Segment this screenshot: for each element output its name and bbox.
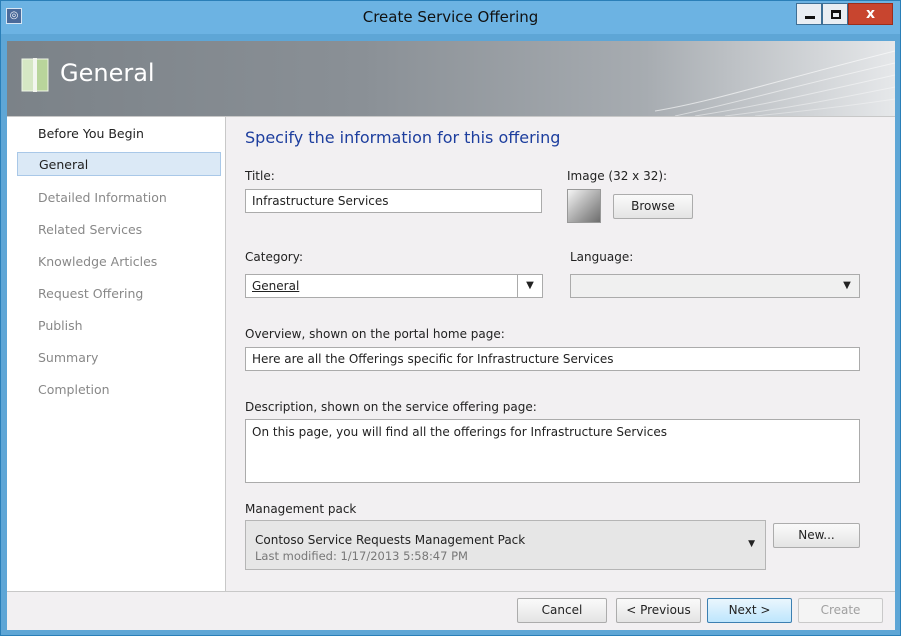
- wizard-footer: Cancel < Previous Next > Create: [7, 591, 895, 630]
- nav-item-knowledge-articles[interactable]: Knowledge Articles: [17, 250, 221, 274]
- wizard-steps-nav: Before You Begin General Detailed Inform…: [7, 117, 226, 592]
- nav-item-publish[interactable]: Publish: [17, 314, 221, 338]
- chevron-down-icon[interactable]: ▼: [517, 275, 542, 297]
- next-button[interactable]: Next >: [707, 598, 792, 623]
- nav-item-summary[interactable]: Summary: [17, 346, 221, 370]
- page-title: General: [60, 59, 155, 87]
- cancel-button[interactable]: Cancel: [517, 598, 607, 623]
- image-label: Image (32 x 32):: [567, 169, 668, 183]
- minimize-icon: [805, 16, 815, 19]
- nav-item-general[interactable]: General: [17, 152, 221, 176]
- chevron-down-icon[interactable]: ▼: [748, 539, 755, 549]
- form-heading: Specify the information for this offerin…: [245, 128, 561, 147]
- description-textarea[interactable]: On this page, you will find all the offe…: [245, 419, 860, 483]
- language-label: Language:: [570, 250, 634, 264]
- close-icon: x: [865, 6, 876, 22]
- nav-item-completion[interactable]: Completion: [17, 378, 221, 402]
- title-input[interactable]: Infrastructure Services: [245, 189, 542, 213]
- overview-label: Overview, shown on the portal home page:: [245, 327, 505, 341]
- nav-item-detailed-information[interactable]: Detailed Information: [17, 186, 221, 210]
- wizard-body: Before You Begin General Detailed Inform…: [7, 116, 895, 592]
- image-preview: [567, 189, 601, 223]
- window-title: Create Service Offering: [362, 8, 539, 26]
- maximize-button[interactable]: [822, 3, 848, 25]
- title-bar[interactable]: ◎ Create Service Offering x: [1, 1, 900, 34]
- category-select[interactable]: General ▼: [245, 274, 543, 298]
- nav-item-related-services[interactable]: Related Services: [17, 218, 221, 242]
- minimize-button[interactable]: [796, 3, 822, 25]
- nav-item-request-offering[interactable]: Request Offering: [17, 282, 221, 306]
- maximize-icon: [831, 10, 841, 19]
- management-pack-label: Management pack: [245, 502, 357, 516]
- title-label: Title:: [245, 169, 275, 183]
- management-pack-modified: Last modified: 1/17/2013 5:58:47 PM: [255, 549, 468, 563]
- browse-button[interactable]: Browse: [613, 194, 693, 219]
- chevron-down-icon[interactable]: ▼: [835, 275, 859, 297]
- category-value: General: [252, 279, 300, 293]
- management-pack-select[interactable]: Contoso Service Requests Management Pack…: [245, 520, 766, 570]
- new-management-pack-button[interactable]: New...: [773, 523, 860, 548]
- form-panel: Specify the information for this offerin…: [245, 117, 885, 592]
- close-button[interactable]: x: [848, 3, 893, 25]
- management-pack-name: Contoso Service Requests Management Pack: [255, 533, 526, 547]
- create-button[interactable]: Create: [798, 598, 883, 623]
- book-icon: [21, 58, 49, 92]
- overview-input[interactable]: Here are all the Offerings specific for …: [245, 347, 860, 371]
- description-label: Description, shown on the service offeri…: [245, 400, 537, 414]
- nav-item-before-you-begin[interactable]: Before You Begin: [17, 122, 221, 146]
- wizard-window: ◎ Create Service Offering x General Befo: [0, 0, 901, 636]
- language-select[interactable]: ▼: [570, 274, 860, 298]
- page-header-banner: General: [7, 41, 895, 116]
- category-label: Category:: [245, 250, 303, 264]
- previous-button[interactable]: < Previous: [616, 598, 701, 623]
- decorative-wave: [655, 50, 895, 116]
